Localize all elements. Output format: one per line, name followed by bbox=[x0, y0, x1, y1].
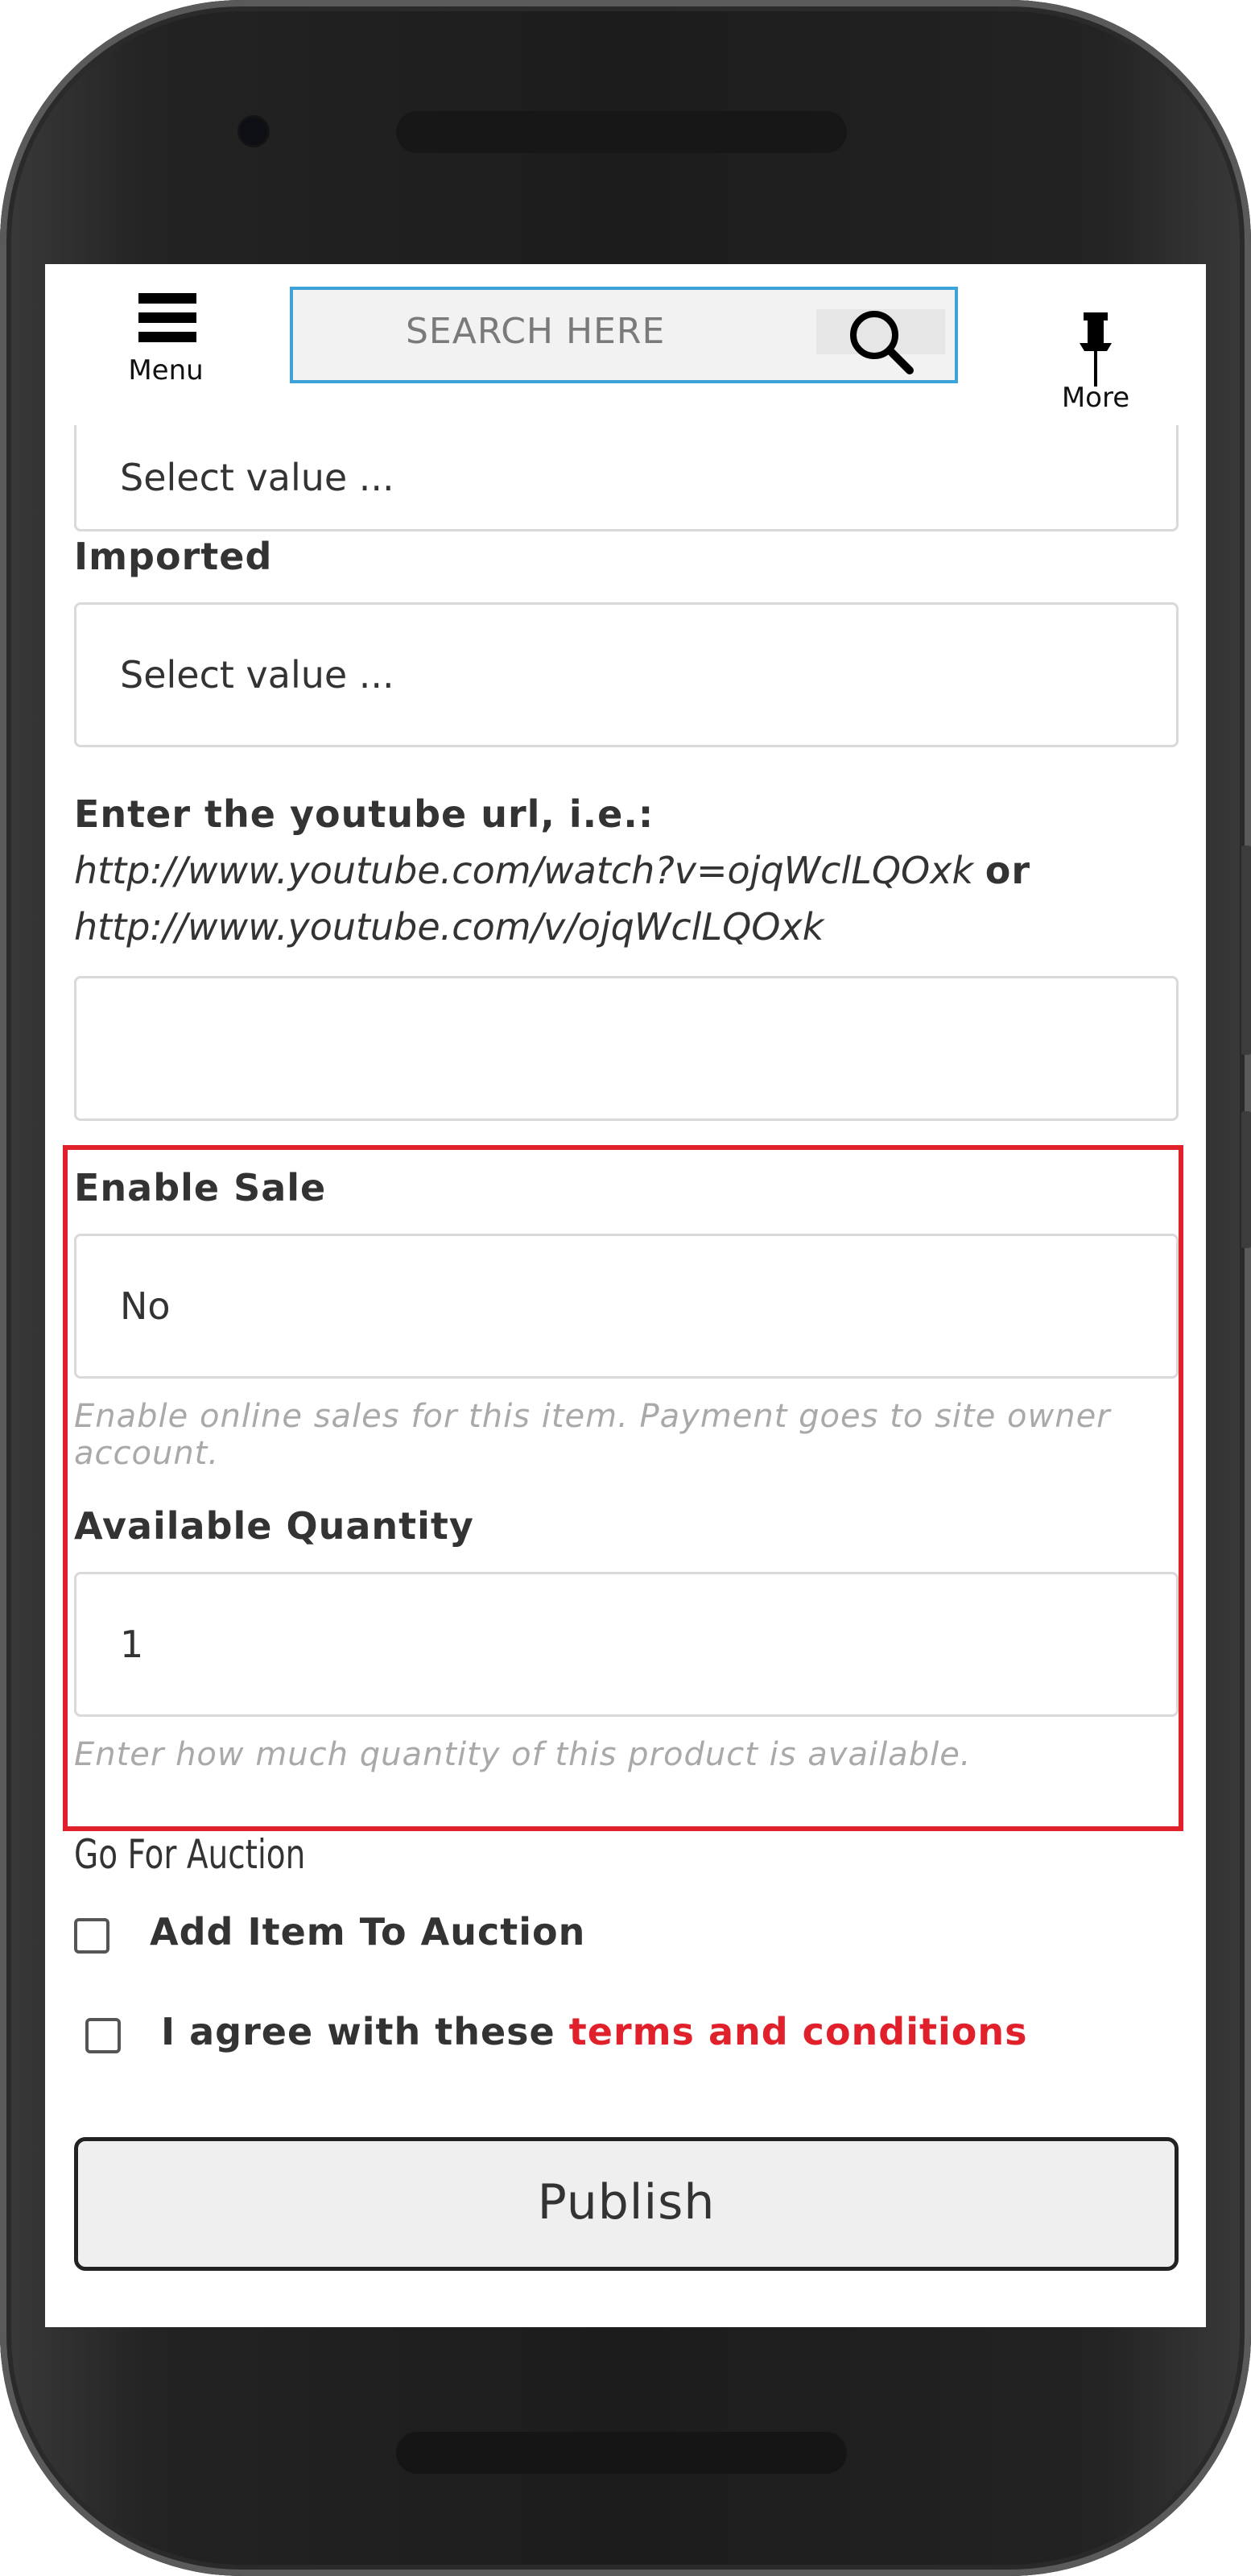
youtube-label-text: Enter the youtube url, i.e.: bbox=[74, 792, 654, 836]
add-to-auction-checkbox[interactable] bbox=[74, 1918, 109, 1954]
imported-select[interactable]: Select value ... bbox=[74, 602, 1179, 747]
youtube-label: Enter the youtube url, i.e.: http://www.… bbox=[74, 786, 1030, 955]
available-quantity-input[interactable]: 1 bbox=[74, 1572, 1179, 1717]
youtube-or: or bbox=[985, 849, 1031, 892]
available-quantity-help: Enter how much quantity of this product … bbox=[74, 1736, 972, 1773]
search-input[interactable]: SEARCH HERE bbox=[406, 311, 665, 352]
terms-checkbox[interactable] bbox=[85, 2018, 121, 2053]
bottom-speaker bbox=[396, 2432, 847, 2474]
terms-link[interactable]: terms and conditions bbox=[569, 2010, 1028, 2053]
search-bar[interactable]: SEARCH HERE bbox=[290, 287, 958, 383]
youtube-example-1: http://www.youtube.com/watch?v=ojqWclLQO… bbox=[74, 849, 974, 892]
available-quantity-label: Available Quantity bbox=[74, 1504, 474, 1548]
enable-sale-help: Enable online sales for this item. Payme… bbox=[74, 1398, 1111, 1472]
power-button bbox=[1241, 1111, 1251, 1248]
youtube-example-2: http://www.youtube.com/v/ojqWclLQOxk bbox=[74, 905, 824, 949]
prev-select-value: Select value ... bbox=[120, 456, 394, 499]
available-quantity-value: 1 bbox=[120, 1623, 144, 1666]
publish-button[interactable]: Publish bbox=[74, 2137, 1179, 2271]
menu-button[interactable]: Menu bbox=[45, 264, 303, 401]
more-button[interactable]: More bbox=[1035, 288, 1156, 414]
volume-button bbox=[1241, 846, 1251, 1055]
earpiece-speaker bbox=[396, 111, 847, 153]
terms-label: I agree with these terms and conditions bbox=[161, 2010, 1027, 2053]
enable-sale-select[interactable]: No bbox=[74, 1234, 1179, 1379]
more-label: More bbox=[1061, 382, 1130, 414]
menu-label: Menu bbox=[128, 354, 204, 387]
prev-select[interactable]: Select value ... bbox=[74, 425, 1179, 531]
app-screen: Menu SEARCH HERE More Select value ... I… bbox=[45, 264, 1206, 2327]
pin-icon bbox=[1080, 312, 1112, 387]
imported-label: Imported bbox=[74, 535, 273, 578]
search-button[interactable] bbox=[816, 309, 945, 374]
auction-heading: Go For Auction bbox=[74, 1831, 306, 1878]
front-camera bbox=[240, 118, 267, 145]
enable-sale-label: Enable Sale bbox=[74, 1166, 327, 1209]
imported-select-value: Select value ... bbox=[120, 653, 394, 697]
add-to-auction-label[interactable]: Add Item To Auction bbox=[150, 1910, 585, 1954]
enable-sale-value: No bbox=[120, 1284, 171, 1328]
search-icon bbox=[850, 311, 914, 374]
terms-prefix: I agree with these bbox=[161, 2010, 555, 2053]
phone-frame: Menu SEARCH HERE More Select value ... I… bbox=[0, 0, 1251, 2576]
youtube-url-input[interactable] bbox=[74, 976, 1179, 1121]
